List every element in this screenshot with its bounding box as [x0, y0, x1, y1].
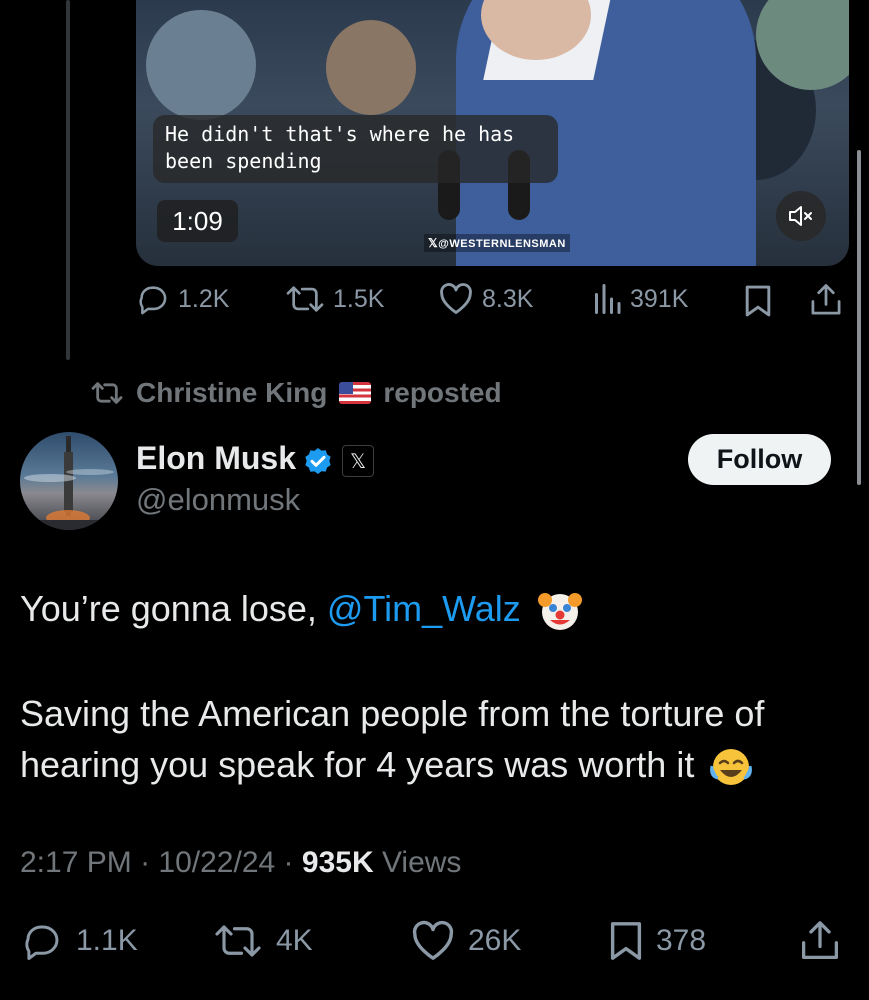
tweet-text-line-2: Saving the American people from the tort…	[20, 688, 840, 790]
crowd-shape	[326, 20, 416, 115]
heart-icon	[412, 920, 454, 960]
follow-button[interactable]: Follow	[688, 434, 831, 485]
share-icon	[802, 921, 838, 959]
x-affiliation-icon: 𝕏	[342, 445, 374, 477]
repost-icon	[91, 382, 123, 404]
reply-icon	[25, 925, 59, 960]
repost-button[interactable]: 1.5K	[285, 282, 384, 316]
reply-icon	[139, 286, 167, 315]
analytics-icon	[595, 284, 621, 314]
us-flag-icon	[339, 382, 372, 404]
avatar[interactable]	[20, 432, 118, 530]
like-button[interactable]: 26K	[410, 920, 521, 962]
video-duration: 1:09	[157, 200, 238, 242]
clown-face-icon	[537, 593, 582, 631]
heart-icon	[440, 283, 472, 314]
repost-count: 1.5K	[333, 284, 385, 313]
video-watermark: 𝕏@WESTERNLENSMAN	[424, 234, 570, 252]
repost-button[interactable]: 4K	[212, 920, 313, 962]
repost-count: 4K	[276, 924, 313, 957]
mention-link[interactable]: @Tim_Walz	[327, 588, 521, 629]
bookmark-count: 378	[656, 924, 707, 957]
author-handle[interactable]: @elonmusk	[136, 482, 300, 518]
share-button[interactable]	[800, 920, 840, 962]
like-count: 8.3K	[482, 284, 534, 313]
reposter-name[interactable]: Christine King	[136, 377, 327, 409]
mute-button[interactable]	[776, 191, 826, 241]
like-button[interactable]: 8.3K	[438, 282, 533, 316]
bookmark-icon	[745, 285, 771, 317]
x-logo-icon: 𝕏	[428, 236, 439, 250]
reply-button[interactable]: 1.2K	[136, 282, 229, 316]
tweet-timestamp[interactable]: 2:17 PM · 10/22/24 · 935K Views	[20, 846, 461, 880]
video-caption: He didn't that's where he has been spend…	[165, 122, 515, 173]
verified-badge-icon	[302, 446, 334, 483]
share-icon	[811, 284, 841, 315]
repost-icon	[215, 925, 261, 957]
views-button[interactable]: 391K	[592, 282, 688, 316]
volume-mute-icon	[789, 206, 812, 226]
reply-button[interactable]: 1.1K	[20, 920, 138, 962]
repost-banner[interactable]: Christine King reposted	[90, 377, 502, 409]
bookmark-button[interactable]	[744, 284, 772, 318]
repost-icon	[286, 286, 324, 312]
views-count: 935K	[301, 846, 374, 879]
thread-connector-line	[66, 0, 70, 360]
reply-count: 1.1K	[76, 924, 138, 957]
reply-count: 1.2K	[178, 284, 230, 313]
crowd-shape	[146, 10, 256, 120]
views-count: 391K	[630, 284, 689, 313]
repost-label: reposted	[383, 377, 502, 408]
bookmark-icon	[610, 922, 642, 960]
author-name[interactable]: Elon Musk	[136, 440, 296, 477]
share-button[interactable]	[810, 283, 842, 317]
rocket-launch-image	[20, 436, 118, 530]
like-count: 26K	[468, 924, 522, 957]
tweet-text-line-1: You’re gonna lose, @Tim_Walz	[20, 583, 840, 634]
bookmark-button[interactable]: 378	[608, 920, 706, 962]
tears-of-joy-icon	[710, 749, 753, 786]
scrollbar[interactable]	[857, 150, 861, 485]
